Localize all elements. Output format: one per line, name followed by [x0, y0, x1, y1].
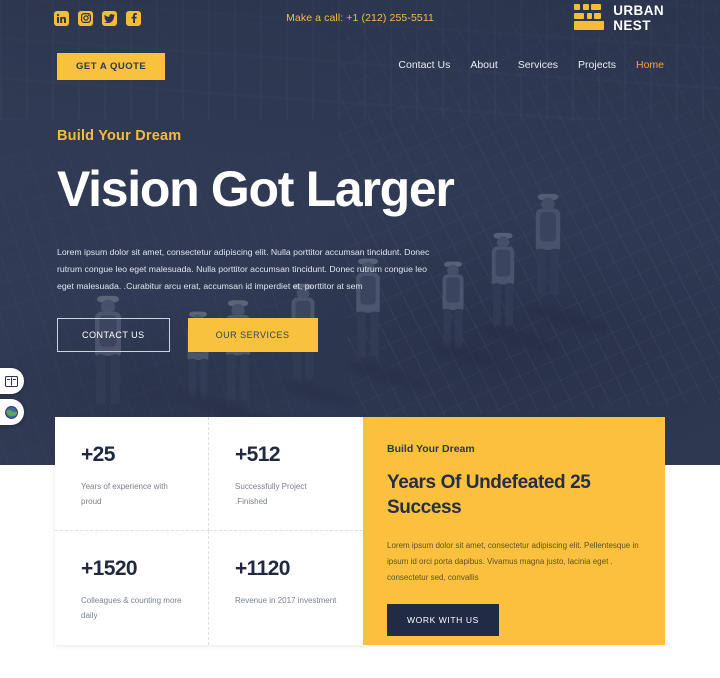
- facebook-icon[interactable]: [126, 10, 141, 26]
- brand-line-2: NEST: [613, 18, 651, 33]
- nav-link-services[interactable]: Services: [518, 59, 558, 71]
- hero-paragraph: Lorem ipsum dolor sit amet, consectetur …: [57, 247, 430, 291]
- contact-us-button[interactable]: CONTACT US: [57, 317, 170, 352]
- promo-title: Years Of Undefeated 25 Success: [387, 472, 591, 518]
- stat-number: +1120: [235, 557, 290, 580]
- stats-section: +25 Years of experience with proud +512 Suc…: [55, 417, 665, 645]
- get-a-quote-button[interactable]: GET A QUOTE: [57, 53, 166, 80]
- hero-title: Vision Got Larger: [57, 161, 455, 217]
- brand-name: URBAN NEST: [613, 3, 664, 33]
- brand-logo[interactable]: URBAN NEST: [574, 3, 664, 33]
- page-root: Make a call: +1 (212) 255-5511 URBAN NES…: [0, 0, 720, 678]
- nav-links: Contact Us About Services Projects Home: [398, 59, 664, 71]
- top-bar: Make a call: +1 (212) 255-5511 URBAN NES…: [0, 0, 720, 36]
- instagram-icon[interactable]: [78, 10, 93, 26]
- work-with-us-button[interactable]: WORK WITH US: [387, 604, 499, 637]
- nav-link-projects[interactable]: Projects: [578, 59, 616, 71]
- promo-paragraph: Lorem ipsum dolor sit amet, consectetur …: [387, 541, 639, 583]
- stat-number: +512: [235, 443, 281, 466]
- social-links: [54, 10, 141, 26]
- nav-link-about[interactable]: About: [470, 59, 497, 71]
- accessibility-globe-icon: [4, 405, 18, 419]
- brick-blocks-icon: [574, 4, 605, 32]
- nav-link-contact-us[interactable]: Contact Us: [398, 59, 450, 71]
- promo-panel: Build Your Dream Years Of Undefeated 25 …: [363, 417, 665, 645]
- hero-buttons: CONTACT US OUR SERVICES: [57, 317, 487, 352]
- stat-number: +1520: [81, 557, 138, 580]
- call-us-text: Make a call: +1 (212) 255-5511: [286, 12, 434, 24]
- accessibility-globe-widget[interactable]: [0, 399, 24, 425]
- stat-card: +1120 Revenue in 2017 investment: [209, 531, 363, 645]
- stat-label: Years of experience with proud: [81, 482, 168, 506]
- hero-section: Make a call: +1 (212) 255-5511 URBAN NES…: [0, 0, 720, 465]
- hero-content: Build Your Dream Vision Got Larger Lorem…: [57, 128, 487, 352]
- floating-accessibility-widgets: [0, 368, 24, 430]
- linkedin-icon[interactable]: [54, 10, 69, 26]
- nav-link-home[interactable]: Home: [636, 59, 664, 71]
- stat-label: Colleagues & counting more daily: [81, 596, 182, 620]
- stat-card: +1520 Colleagues & counting more daily: [55, 531, 209, 645]
- main-navigation: GET A QUOTE Contact Us About Services Proje…: [0, 48, 720, 84]
- promo-eyebrow: Build Your Dream: [387, 443, 475, 455]
- hero-eyebrow: Build Your Dream: [57, 128, 182, 144]
- stat-card: +25 Years of experience with proud: [55, 417, 209, 531]
- accessibility-reader-icon: [4, 374, 18, 388]
- twitter-icon[interactable]: [102, 10, 117, 26]
- accessibility-reader-widget[interactable]: [0, 368, 24, 394]
- stat-card: +512 Successfully Project .Finished: [209, 417, 363, 531]
- stat-number: +25: [81, 443, 115, 466]
- brand-line-1: URBAN: [613, 2, 664, 18]
- our-services-button[interactable]: OUR SERVICES: [187, 317, 318, 352]
- stat-label: Revenue in 2017 investment: [235, 596, 337, 605]
- stats-grid: +25 Years of experience with proud +512 Suc…: [55, 417, 363, 645]
- stat-label: Successfully Project .Finished: [235, 482, 307, 506]
